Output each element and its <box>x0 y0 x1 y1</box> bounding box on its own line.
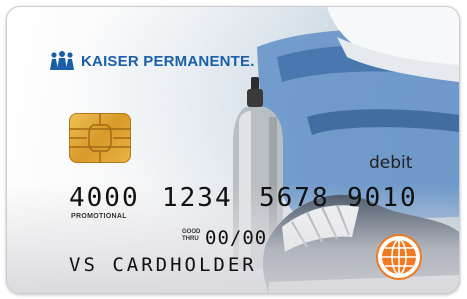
card-number-group-4: 9010 <box>347 183 418 213</box>
card-number-group-2: 1234 <box>162 183 233 213</box>
expiry-date: 00/00 <box>205 227 268 249</box>
brand-logo: KAISER PERMANENTE. <box>49 51 255 71</box>
debit-card: KAISER PERMANENTE. debit 4000 1234 5678 … <box>6 6 460 294</box>
brand-name: KAISER PERMANENTE. <box>81 52 255 70</box>
promo-label: PROMOTIONAL <box>71 213 127 220</box>
card-number-group-3: 5678 <box>259 183 330 213</box>
card-type-label: debit <box>369 153 413 173</box>
card-number-group-1: 4000 <box>69 183 140 213</box>
emv-chip-icon <box>69 113 131 163</box>
globe-network-icon <box>376 234 422 280</box>
cardholder-name: VS CARDHOLDER <box>69 254 257 276</box>
good-thru-label: GOOD THRU <box>182 229 201 242</box>
kaiser-permanente-people-icon <box>50 51 74 70</box>
